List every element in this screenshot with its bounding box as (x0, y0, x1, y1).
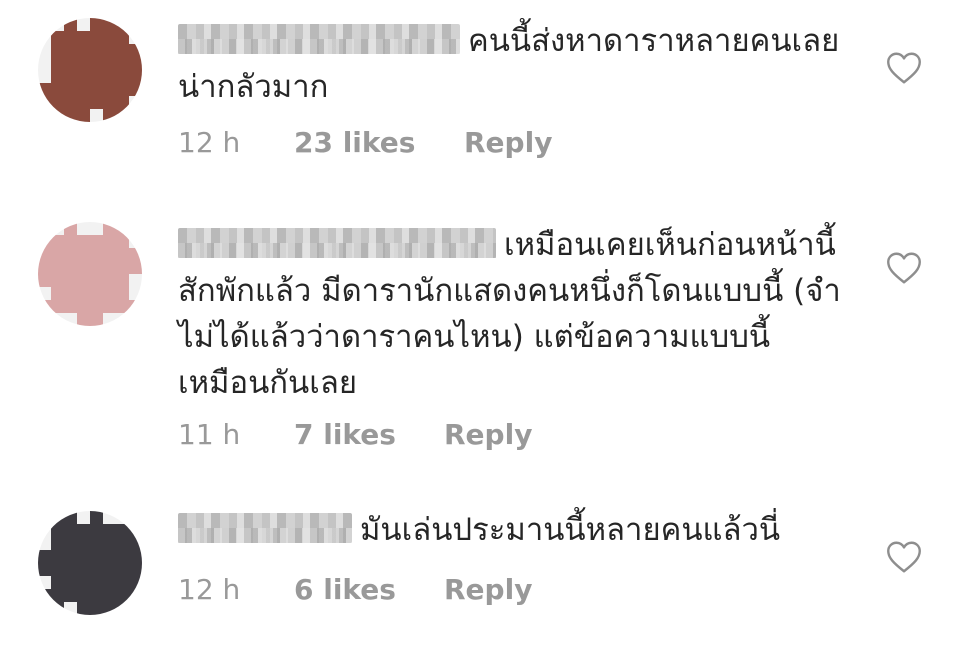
comment-text-block: มันเล่นประมานนี้หลายคนแล้วนี่ (178, 507, 858, 553)
avatar[interactable] (38, 18, 142, 122)
like-count[interactable]: 6 likes (294, 573, 444, 606)
comment-item: เหมือนเคยเห็นก่อนหน้านี้สักพักแล้ว มีดาร… (0, 200, 980, 480)
username-blurred[interactable] (178, 23, 460, 54)
comment-meta: 11 h 7 likes Reply (178, 418, 532, 451)
comment-text-block: คนนี้ส่งหาดาราหลายคนเลย น่ากลัวมาก (178, 18, 858, 110)
heart-icon[interactable] (886, 251, 922, 285)
reply-button[interactable]: Reply (444, 418, 532, 451)
comment-timestamp: 12 h (178, 126, 241, 159)
comment-item: มันเล่นประมานนี้หลายคนแล้วนี่ 12 h 6 lik… (0, 495, 980, 658)
reply-button[interactable]: Reply (444, 573, 532, 606)
like-count[interactable]: 7 likes (294, 418, 444, 451)
username-blurred[interactable] (178, 227, 496, 258)
comment-meta: 12 h 23 likes Reply (178, 126, 552, 159)
username-blurred[interactable] (178, 512, 352, 543)
heart-icon[interactable] (886, 51, 922, 85)
reply-button[interactable]: Reply (464, 126, 552, 159)
comment-item: คนนี้ส่งหาดาราหลายคนเลย น่ากลัวมาก 12 h … (0, 0, 980, 190)
avatar[interactable] (38, 511, 142, 615)
comment-timestamp: 11 h (178, 418, 241, 451)
comment-text: มันเล่นประมานนี้หลายคนแล้วนี่ (360, 512, 781, 548)
comment-meta: 12 h 6 likes Reply (178, 573, 532, 606)
avatar[interactable] (38, 222, 142, 326)
heart-icon[interactable] (886, 540, 922, 574)
comment-timestamp: 12 h (178, 573, 241, 606)
like-count[interactable]: 23 likes (294, 126, 464, 159)
comment-text-block: เหมือนเคยเห็นก่อนหน้านี้สักพักแล้ว มีดาร… (178, 222, 858, 406)
